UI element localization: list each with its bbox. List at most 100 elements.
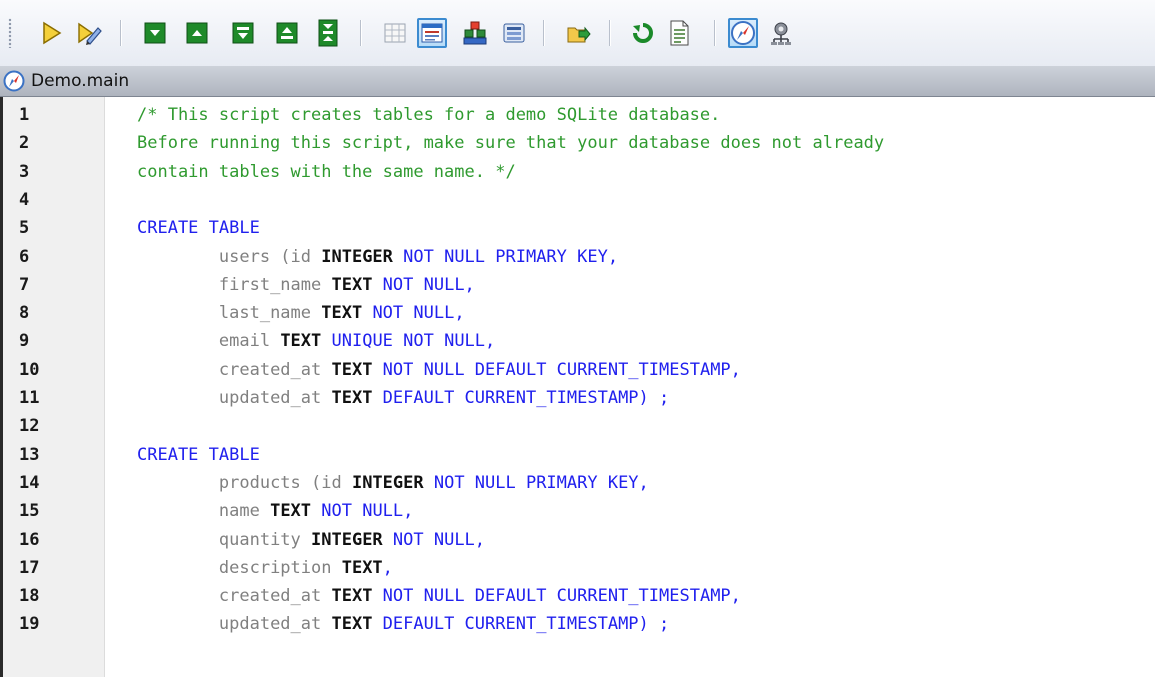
options-icon[interactable] bbox=[766, 18, 796, 48]
execute-icon[interactable] bbox=[36, 18, 66, 48]
code-token-keyword: NOT NULL DEFAULT CURRENT_TIMESTAMP, bbox=[372, 359, 741, 380]
sql-editor-window: Demo.main 1 /* This script creates tables… bbox=[0, 0, 1155, 677]
code-token-ident: email bbox=[218, 331, 281, 352]
sql-editor[interactable]: 1 /* This script creates tables for a dem… bbox=[0, 97, 1155, 677]
execute-for-data-editing-icon[interactable] bbox=[74, 18, 104, 48]
code-text: created_at TEXT NOT NULL DEFAULT CURRENT… bbox=[137, 582, 741, 610]
code-text: last_name TEXT NOT NULL, bbox=[137, 299, 465, 327]
code-text: /* This script creates tables for a demo… bbox=[137, 101, 720, 129]
toolbar-separator bbox=[609, 20, 610, 46]
toolbar-separator bbox=[714, 20, 715, 46]
collapse-icon[interactable] bbox=[140, 18, 170, 48]
code-token-keyword: DEFAULT CURRENT_TIMESTAMP) ; bbox=[372, 614, 670, 635]
code-token-ident bbox=[137, 473, 219, 493]
code-line[interactable]: 1 /* This script creates tables for a dem… bbox=[3, 101, 1155, 129]
toolbar bbox=[0, 0, 1155, 67]
code-token-ident bbox=[137, 614, 219, 634]
code-line[interactable]: 8 last_name TEXT NOT NULL, bbox=[3, 299, 1155, 327]
line-number: 3 bbox=[19, 161, 30, 182]
collapse-all-icon[interactable] bbox=[228, 18, 258, 48]
line-number: 17 bbox=[19, 557, 40, 578]
code-line[interactable]: 3 contain tables with the same name. */ bbox=[3, 158, 1155, 186]
code-line[interactable]: 16 quantity INTEGER NOT NULL, bbox=[3, 526, 1155, 554]
code-token-ident bbox=[137, 360, 219, 380]
auto-commit-icon[interactable] bbox=[728, 18, 758, 48]
line-number: 2 bbox=[19, 133, 30, 154]
code-line[interactable]: 19 updated_at TEXT DEFAULT CURRENT_TIMES… bbox=[3, 610, 1155, 638]
code-line[interactable]: 12 bbox=[3, 412, 1155, 440]
code-token-keyword: NOT NULL PRIMARY KEY, bbox=[392, 246, 619, 267]
code-token-ident bbox=[137, 247, 219, 267]
code-line[interactable]: 7 first_name TEXT NOT NULL, bbox=[3, 271, 1155, 299]
line-number: 13 bbox=[19, 444, 40, 465]
code-token-keyword: NOT NULL, bbox=[382, 529, 486, 550]
code-token-keyword: UNIQUE NOT NULL, bbox=[321, 331, 496, 352]
code-token-ident: last_name bbox=[218, 303, 322, 324]
code-line[interactable]: 4 bbox=[3, 186, 1155, 214]
toolbar-separator bbox=[543, 20, 544, 46]
code-token-ident: name bbox=[218, 501, 271, 522]
line-number: 19 bbox=[19, 614, 40, 635]
code-line[interactable]: 18 created_at TEXT NOT NULL DEFAULT CURR… bbox=[3, 582, 1155, 610]
grid-view-icon[interactable] bbox=[380, 18, 410, 48]
code-line[interactable]: 11 updated_at TEXT DEFAULT CURRENT_TIMES… bbox=[3, 384, 1155, 412]
code-token-ident bbox=[137, 331, 219, 351]
results-view-icon[interactable] bbox=[417, 18, 447, 48]
code-token-ident bbox=[137, 558, 219, 578]
code-token-keyword: NOT NULL, bbox=[362, 303, 465, 324]
code-line[interactable]: 5 CREATE TABLE bbox=[3, 214, 1155, 242]
code-token-keyword: CREATE TABLE bbox=[137, 218, 260, 239]
code-line[interactable]: 14 products (id INTEGER NOT NULL PRIMARY… bbox=[3, 469, 1155, 497]
code-token-ident bbox=[137, 501, 219, 521]
code-token-type: INTEGER bbox=[311, 529, 383, 550]
code-line[interactable]: 13 CREATE TABLE bbox=[3, 441, 1155, 469]
code-token-ident: products (id bbox=[218, 472, 352, 493]
code-token-ident: created_at bbox=[218, 359, 332, 380]
code-token-type: TEXT bbox=[331, 388, 373, 408]
code-text: name TEXT NOT NULL, bbox=[137, 497, 414, 525]
code-token-type: TEXT bbox=[331, 359, 373, 380]
properties-icon[interactable] bbox=[499, 18, 529, 48]
code-token-ident: first_name bbox=[218, 274, 332, 295]
document-tab[interactable]: Demo.main bbox=[0, 66, 1155, 97]
code-text: products (id INTEGER NOT NULL PRIMARY KE… bbox=[137, 469, 649, 497]
code-text: CREATE TABLE bbox=[137, 214, 260, 242]
line-number: 16 bbox=[19, 529, 40, 550]
code-line[interactable]: 9 email TEXT UNIQUE NOT NULL, bbox=[3, 327, 1155, 355]
expand-icon[interactable] bbox=[182, 18, 212, 48]
code-token-keyword: NOT NULL, bbox=[372, 274, 475, 295]
expand-all-icon[interactable] bbox=[272, 18, 302, 48]
code-token-ident bbox=[137, 388, 219, 408]
code-token-ident: users (id bbox=[218, 246, 322, 267]
code-line[interactable]: 17 description TEXT, bbox=[3, 554, 1155, 582]
code-token-comment: Before running this script, make sure th… bbox=[137, 133, 885, 154]
code-line[interactable]: 10 created_at TEXT NOT NULL DEFAULT CURR… bbox=[3, 356, 1155, 384]
code-line[interactable]: 15 name TEXT NOT NULL, bbox=[3, 497, 1155, 525]
line-number: 10 bbox=[19, 359, 40, 380]
code-line[interactable]: 2 Before running this script, make sure t… bbox=[3, 129, 1155, 157]
database-objects-icon[interactable] bbox=[460, 18, 490, 48]
code-token-type: TEXT bbox=[321, 303, 363, 324]
toggle-outlining-icon[interactable] bbox=[313, 18, 343, 48]
code-token-comment: contain tables with the same name. */ bbox=[137, 161, 516, 182]
code-text: users (id INTEGER NOT NULL PRIMARY KEY, bbox=[137, 243, 618, 271]
code-line[interactable]: 6 users (id INTEGER NOT NULL PRIMARY KEY… bbox=[3, 243, 1155, 271]
code-token-keyword: NOT NULL, bbox=[311, 501, 414, 522]
code-token-ident: quantity bbox=[218, 529, 312, 550]
properties-sheet-icon[interactable] bbox=[664, 18, 694, 48]
code-token-keyword: NOT NULL DEFAULT CURRENT_TIMESTAMP, bbox=[372, 586, 741, 607]
code-token-ident bbox=[137, 586, 219, 606]
line-number: 18 bbox=[19, 586, 40, 607]
code-text: Before running this script, make sure th… bbox=[137, 129, 884, 157]
export-icon[interactable] bbox=[564, 18, 594, 48]
code-text: CREATE TABLE bbox=[137, 441, 260, 469]
toolbar-grip[interactable] bbox=[8, 18, 12, 48]
code-token-keyword: NOT NULL PRIMARY KEY, bbox=[423, 472, 649, 493]
code-token-type: TEXT bbox=[331, 274, 373, 295]
code-token-type: TEXT bbox=[331, 586, 373, 607]
code-text: quantity INTEGER NOT NULL, bbox=[137, 526, 485, 554]
line-number: 9 bbox=[19, 331, 30, 352]
refresh-icon[interactable] bbox=[628, 18, 658, 48]
line-number: 7 bbox=[19, 274, 30, 295]
toolbar-separator bbox=[120, 20, 121, 46]
